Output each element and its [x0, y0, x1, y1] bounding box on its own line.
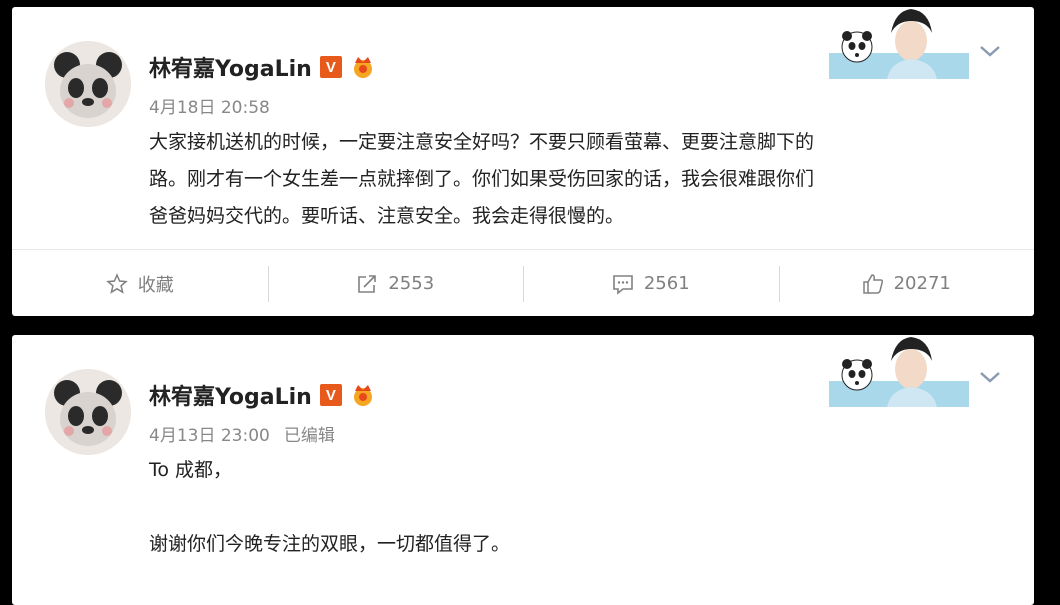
vip-crown-icon — [353, 385, 372, 406]
author-name[interactable]: 林宥嘉YogaLin — [149, 379, 312, 411]
author-name[interactable]: 林宥嘉YogaLin — [149, 51, 312, 83]
card-banner-image — [829, 337, 969, 407]
post-text-line — [149, 489, 999, 526]
vip-crown-icon — [353, 57, 372, 78]
verified-v-icon: V — [319, 56, 342, 78]
post-action-bar: 收藏 2553 2561 20271 — [12, 249, 1034, 316]
chevron-down-icon[interactable] — [978, 369, 1002, 385]
like-count: 20271 — [893, 273, 951, 294]
repost-icon — [358, 274, 377, 293]
post-text-line: 谢谢你们今晚专注的双眼，一切都值得了。 — [149, 533, 511, 555]
panda-avatar-icon — [45, 369, 131, 455]
post-text-line: 爸爸妈妈交代的。要听话、注意安全。我会走得很慢的。 — [149, 205, 625, 227]
comment-icon — [613, 274, 633, 295]
edited-label[interactable]: 已编辑 — [284, 426, 335, 446]
favorite-button[interactable]: 收藏 — [12, 250, 268, 316]
repost-button[interactable]: 2553 — [267, 250, 524, 316]
post-text-line: 路。刚才有一个女生差一点就摔倒了。你们如果受伤回家的话，我会很难跟你们 — [149, 168, 815, 190]
post-time[interactable]: 4月13日 23:00 — [149, 426, 270, 446]
weibo-post-card: 林宥嘉YogaLin V 4月18日 20:58 大家接机送机的时候，一定要注意… — [12, 7, 1034, 316]
comment-count: 2561 — [643, 273, 690, 294]
author-row: 林宥嘉YogaLin V — [149, 380, 376, 410]
author-row: 林宥嘉YogaLin V — [149, 52, 376, 82]
panda-avatar-icon — [45, 41, 131, 127]
card-banner-image — [829, 9, 969, 79]
comment-button[interactable]: 2561 — [523, 250, 779, 316]
repost-count: 2553 — [388, 273, 435, 294]
post-text: To 成都， 谢谢你们今晚专注的双眼，一切都值得了。 — [149, 452, 999, 563]
post-text-line: To 成都， — [149, 459, 233, 481]
author-avatar[interactable] — [45, 41, 131, 127]
chevron-down-icon[interactable] — [978, 43, 1002, 59]
author-avatar[interactable] — [45, 369, 131, 455]
verified-v-icon: V — [319, 384, 342, 406]
favorite-label: 收藏 — [137, 274, 174, 296]
post-meta: 4月13日 23:00 已编辑 — [149, 421, 335, 446]
post-text-line: 大家接机送机的时候，一定要注意安全好吗？不要只顾看萤幕、更要注意脚下的 — [149, 131, 815, 153]
post-time[interactable]: 4月18日 20:58 — [149, 98, 270, 118]
star-icon — [105, 272, 128, 294]
post-meta: 4月18日 20:58 — [149, 93, 270, 118]
like-button[interactable]: 20271 — [778, 250, 1035, 316]
weibo-post-card: 林宥嘉YogaLin V 4月13日 23:00 已编辑 To 成都， 谢谢你们今… — [12, 335, 1034, 605]
post-text: 大家接机送机的时候，一定要注意安全好吗？不要只顾看萤幕、更要注意脚下的 路。刚才… — [149, 124, 999, 235]
thumbs-up-icon — [862, 273, 883, 294]
